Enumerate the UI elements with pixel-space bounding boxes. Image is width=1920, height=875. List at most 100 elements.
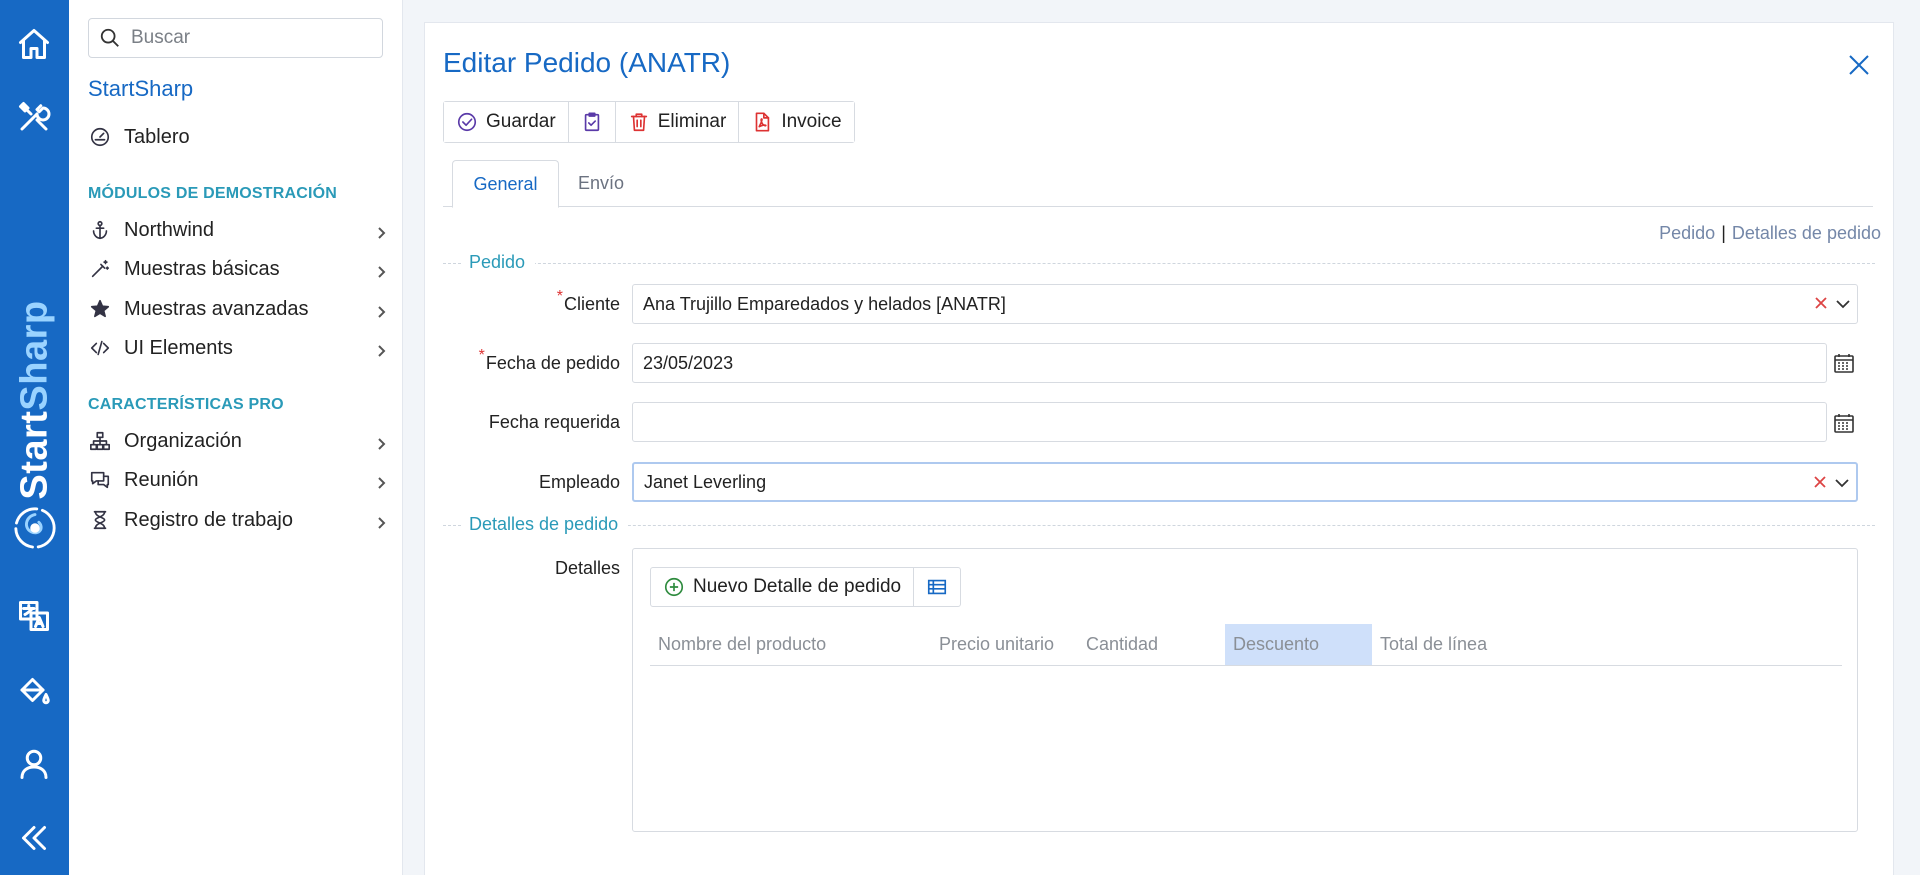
new-order-detail-label: Nuevo Detalle de pedido xyxy=(693,576,902,597)
dialog-title: Editar Pedido (ANATR) xyxy=(443,47,731,78)
column-header-discount[interactable]: Descuento xyxy=(1225,624,1372,665)
sidebar-item-meeting[interactable]: Reunión xyxy=(88,463,388,497)
chevron-down-icon[interactable] xyxy=(1834,475,1850,491)
sidebar-item-work-log[interactable]: Registro de trabajo xyxy=(88,503,388,537)
gauge-icon xyxy=(88,125,112,149)
apply-changes-button[interactable] xyxy=(568,102,616,142)
chevron-right-icon xyxy=(374,434,388,450)
sidebar-item-organization[interactable]: Organización xyxy=(88,424,388,458)
delete-button-label: Eliminar xyxy=(657,111,727,132)
sidebar-item-label: Northwind xyxy=(124,218,215,241)
collapse-icon[interactable] xyxy=(14,818,54,858)
category-link-separator: | xyxy=(1721,223,1726,243)
paint-bucket-icon[interactable] xyxy=(14,670,54,710)
sidebar-item-label: Reunión xyxy=(124,468,199,491)
employee-select[interactable]: Janet Leverling xyxy=(632,462,1858,502)
brand-swirl-icon xyxy=(12,505,58,551)
code-icon xyxy=(88,336,112,360)
details-label: Detalles xyxy=(554,558,620,578)
customer-label-text: Cliente xyxy=(563,294,620,314)
sidebar-item-label: Organización xyxy=(124,429,242,452)
sidebar-item-label: Muestras avanzadas xyxy=(124,297,309,320)
column-header-line-total[interactable]: Total de línea xyxy=(1372,624,1532,665)
dialog-toolbar: Guardar Eliminar Invoice xyxy=(443,101,855,143)
clear-icon[interactable] xyxy=(1812,474,1828,490)
sidebar-item-label: Tablero xyxy=(124,125,190,148)
delete-button[interactable]: Eliminar xyxy=(615,102,740,142)
plus-circle-icon xyxy=(664,577,684,597)
customer-value: Ana Trujillo Emparedados y helados [ANAT… xyxy=(643,293,1006,314)
brand-sharp: Sharp xyxy=(13,300,56,411)
chevron-right-icon xyxy=(374,513,388,529)
invoice-button[interactable]: Invoice xyxy=(739,102,854,142)
clipboard-check-icon xyxy=(584,112,599,132)
chevron-down-icon[interactable] xyxy=(1835,296,1851,312)
new-order-detail-button[interactable]: Nuevo Detalle de pedido xyxy=(651,568,915,606)
search-box[interactable] xyxy=(88,18,383,58)
sidebar-item-dashboard[interactable]: Tablero xyxy=(88,120,388,154)
category-details-title: Detalles de pedido xyxy=(461,514,629,535)
search-icon xyxy=(100,28,119,47)
customer-label: *Cliente xyxy=(480,288,620,315)
grid-header: Nombre del producto Precio unitario Cant… xyxy=(650,624,1842,666)
sidebar: StartSharp Tablero MÓDULOS DE DEMOSTRACI… xyxy=(69,0,403,875)
sidebar-item-ui-elements[interactable]: UI Elements xyxy=(88,331,388,365)
column-picker-button[interactable] xyxy=(914,568,960,606)
chat-icon xyxy=(88,468,112,492)
chevron-right-icon xyxy=(374,223,388,239)
calendar-icon[interactable] xyxy=(1833,352,1855,374)
required-date-label: Fecha requerida xyxy=(488,412,620,432)
sidebar-item-advanced-samples[interactable]: Muestras avanzadas xyxy=(88,292,388,326)
chevron-right-icon xyxy=(374,473,388,489)
section-pro-heading: CARACTERÍSTICAS PRO xyxy=(88,396,284,413)
user-icon[interactable] xyxy=(14,744,54,784)
sidebar-item-label: Registro de trabajo xyxy=(124,508,293,531)
check-circle-icon xyxy=(457,112,477,132)
calendar-icon[interactable] xyxy=(1833,412,1855,434)
category-order-heading: Pedido xyxy=(443,252,1875,274)
customer-select[interactable]: Ana Trujillo Emparedados y helados [ANAT… xyxy=(632,284,1858,324)
close-icon[interactable] xyxy=(1845,51,1873,79)
magic-wand-icon xyxy=(88,257,112,281)
table-columns-icon xyxy=(928,579,947,595)
star-icon xyxy=(88,297,112,321)
category-order-title: Pedido xyxy=(461,252,536,273)
order-date-value: 23/05/2023 xyxy=(643,352,734,373)
employee-value: Janet Leverling xyxy=(644,471,767,492)
tools-icon[interactable] xyxy=(14,97,54,137)
category-link-details[interactable]: Detalles de pedido xyxy=(1732,223,1881,243)
column-header-unit-price[interactable]: Precio unitario xyxy=(931,624,1078,665)
section-demo-heading: MÓDULOS DE DEMOSTRACIÓN xyxy=(88,185,338,202)
org-chart-icon xyxy=(88,429,112,453)
order-date-input[interactable]: 23/05/2023 xyxy=(632,343,1827,383)
dialog-tabs: General Envío xyxy=(443,160,1873,208)
chevron-right-icon xyxy=(374,341,388,357)
sidebar-item-northwind[interactable]: Northwind xyxy=(88,213,388,247)
hourglass-icon xyxy=(88,508,112,532)
chevron-right-icon xyxy=(374,262,388,278)
chevron-right-icon xyxy=(374,302,388,318)
column-header-quantity[interactable]: Cantidad xyxy=(1078,624,1225,665)
order-date-label: *Fecha de pedido xyxy=(430,347,620,374)
tab-shipping[interactable]: Envío xyxy=(571,160,631,207)
search-input[interactable] xyxy=(131,27,371,49)
brand-start: Start xyxy=(13,410,56,500)
trash-icon xyxy=(630,113,647,132)
category-link-order[interactable]: Pedido xyxy=(1659,223,1715,243)
anchor-icon xyxy=(88,218,112,242)
save-button[interactable]: Guardar xyxy=(444,102,569,142)
column-header-product-name[interactable]: Nombre del producto xyxy=(650,624,931,665)
translate-icon[interactable] xyxy=(14,596,54,636)
grid-toolbar: Nuevo Detalle de pedido xyxy=(650,567,962,607)
invoice-button-label: Invoice xyxy=(781,111,842,132)
sidebar-item-label: Muestras básicas xyxy=(124,257,280,280)
category-details-heading: Detalles de pedido xyxy=(443,514,1875,536)
required-date-input[interactable] xyxy=(632,402,1827,442)
category-links: Pedido | Detalles de pedido xyxy=(1659,223,1881,244)
clear-icon[interactable] xyxy=(1813,295,1829,311)
tab-general[interactable]: General xyxy=(452,160,559,208)
home-icon[interactable] xyxy=(14,24,54,64)
pdf-file-icon xyxy=(756,112,770,132)
order-details-grid: Nuevo Detalle de pedido Nombre del produ… xyxy=(632,548,1858,832)
sidebar-item-basic-samples[interactable]: Muestras básicas xyxy=(88,252,388,286)
